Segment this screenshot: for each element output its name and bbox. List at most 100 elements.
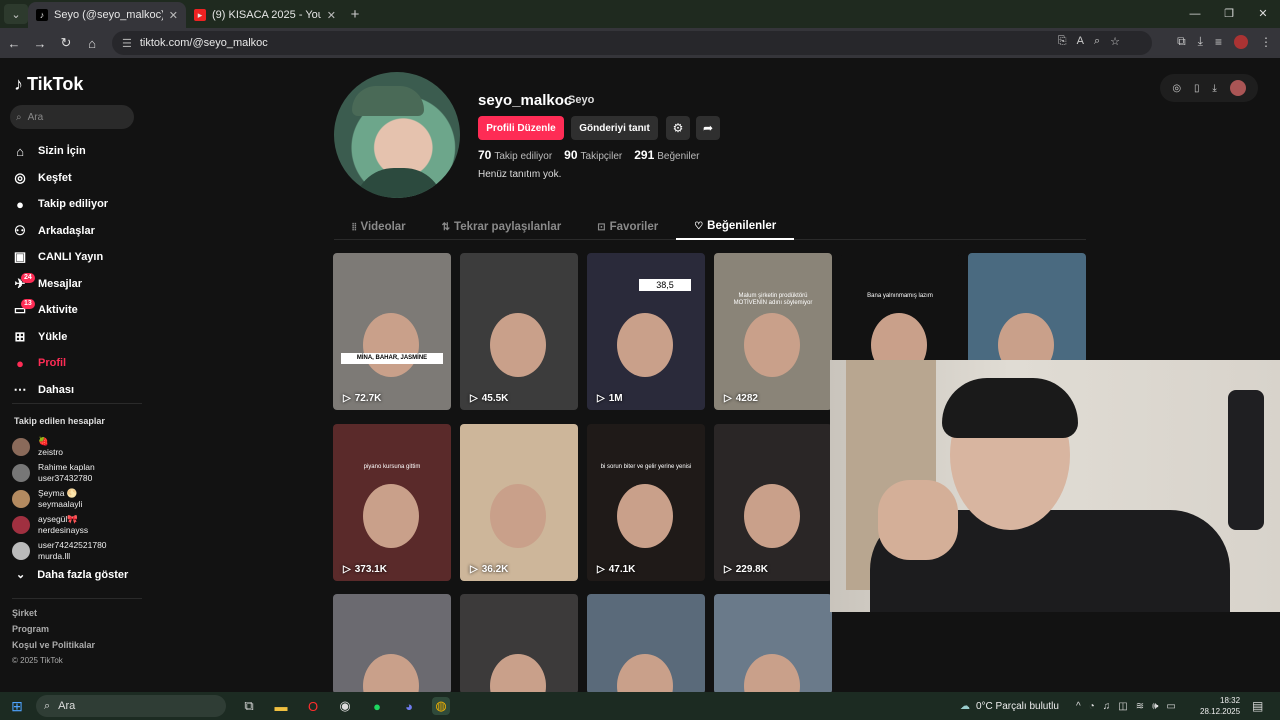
sidebar-item-8[interactable]: ● Profil bbox=[12, 350, 108, 377]
install-icon[interactable]: ⎘ bbox=[1058, 35, 1067, 48]
browser-profile-avatar[interactable] bbox=[1234, 34, 1248, 49]
tab-3[interactable]: ♡ Beğenilenler bbox=[676, 214, 795, 240]
url-field[interactable]: ☰ tiktok.com/@seyo_malkoc bbox=[112, 31, 1152, 55]
opera-icon[interactable]: O bbox=[304, 697, 322, 715]
sidebar-item-4[interactable]: ▣ CANLI Yayın bbox=[12, 244, 108, 271]
tab-search-icon[interactable]: ⌄ bbox=[4, 4, 28, 24]
site-info-icon[interactable]: ☰ bbox=[122, 37, 132, 50]
footer-link-company[interactable]: Şirket bbox=[12, 608, 95, 624]
account-display-name: aysegül🎀 bbox=[38, 514, 78, 524]
zoom-icon[interactable]: ⌕ bbox=[1094, 35, 1100, 48]
tab-1[interactable]: ⇅ Tekrar paylaşılanlar bbox=[424, 214, 580, 240]
weather-widget[interactable]: ☁ 0°C Parçalı bulutlu bbox=[960, 692, 1059, 720]
sidebar-item-9[interactable]: ⋯ Dahası bbox=[12, 377, 108, 404]
video-card[interactable] bbox=[333, 594, 451, 692]
browser-tab-tiktok[interactable]: ♪ Seyo (@seyo_malkoc) | TikTok ✕ bbox=[28, 2, 186, 28]
sidebar-item-7[interactable]: ⊞ Yükle bbox=[12, 324, 108, 351]
footer-link-terms[interactable]: Koşul ve Politikalar bbox=[12, 640, 95, 656]
video-card[interactable]: ▷ 45.5K bbox=[460, 253, 578, 410]
device-icon[interactable]: ▯ bbox=[1194, 83, 1200, 94]
following-account[interactable]: Şeyma 🌕 seymaalayli bbox=[12, 486, 107, 512]
forward-icon[interactable]: → bbox=[28, 36, 52, 51]
video-card[interactable] bbox=[460, 594, 578, 692]
sidebar-item-1[interactable]: ◎ Keşfet bbox=[12, 165, 108, 192]
task-view-icon[interactable]: ⧉ bbox=[240, 697, 258, 715]
tiktok-logo[interactable]: ♪ TikTok bbox=[14, 74, 83, 95]
sidebar-item-label: Yükle bbox=[38, 330, 68, 343]
windows-taskbar: ⊞ ⌕ Ara ⧉ ▬ O ◉ ● ◕ ◍ ☁ 0°C Parçalı bulu… bbox=[0, 692, 1280, 720]
wifi-icon[interactable]: ≋ bbox=[1136, 701, 1144, 712]
tab-2[interactable]: ⊡ Favoriler bbox=[579, 214, 676, 240]
recorder-icon[interactable]: ◉ bbox=[336, 697, 354, 715]
share-icon[interactable]: ➦ bbox=[696, 116, 720, 140]
following-account[interactable]: Rahime kaplan user37432780 bbox=[12, 460, 107, 486]
translate-icon[interactable]: A bbox=[1077, 35, 1084, 48]
home-browser-icon[interactable]: ⌂ bbox=[80, 36, 104, 51]
reload-icon[interactable]: ↻ bbox=[54, 35, 78, 51]
tray-app-icon[interactable]: ◫ bbox=[1118, 701, 1127, 712]
notification-icon[interactable]: ▤ bbox=[1252, 699, 1263, 713]
playlist-icon[interactable]: ≡ bbox=[1215, 35, 1222, 49]
close-tab-icon[interactable]: ✕ bbox=[169, 9, 178, 22]
restore-icon[interactable]: ❐ bbox=[1212, 0, 1246, 28]
tray-expand-icon[interactable]: ^ bbox=[1076, 701, 1081, 712]
show-more-button[interactable]: ⌄ Daha fazla göster bbox=[16, 568, 128, 582]
new-tab-button[interactable]: + bbox=[344, 6, 366, 23]
sidebar-item-0[interactable]: ⌂ Sizin İçin bbox=[12, 138, 108, 165]
following-account[interactable]: user74242521780 murda.lll bbox=[12, 538, 107, 564]
extensions-icon[interactable]: ⧉ bbox=[1177, 34, 1186, 49]
video-card[interactable] bbox=[587, 594, 705, 692]
play-count-icon: ▷ bbox=[597, 393, 605, 404]
spotify-icon[interactable]: ● bbox=[368, 697, 386, 715]
video-card[interactable] bbox=[714, 594, 832, 692]
discord-icon[interactable]: ◕ bbox=[400, 697, 418, 715]
video-card[interactable]: Malum şirketin prodüktörü MOTİVENİN adın… bbox=[714, 253, 832, 410]
footer-link-program[interactable]: Program bbox=[12, 624, 95, 640]
settings-gear-icon[interactable]: ⚙ bbox=[666, 116, 690, 140]
sidebar-item-3[interactable]: ⚇ Arkadaşlar bbox=[12, 218, 108, 245]
clock[interactable]: 18:32 28.12.2025 bbox=[1200, 695, 1240, 717]
windows-start-icon[interactable]: ⊞ bbox=[0, 698, 34, 715]
close-window-icon[interactable]: ✕ bbox=[1246, 0, 1280, 28]
account-display-name: Şeyma 🌕 bbox=[38, 488, 78, 498]
edit-profile-button[interactable]: Profili Düzenle bbox=[478, 116, 564, 140]
video-card[interactable]: bi sorun biter ve gelir yerine yenisi ▷ 47… bbox=[587, 424, 705, 581]
network-status-icon[interactable]: ◔ bbox=[1089, 701, 1095, 712]
microphone-icon[interactable]: ♫ bbox=[1103, 701, 1111, 712]
download-app-icon[interactable]: ⤓ bbox=[1212, 83, 1216, 94]
video-card[interactable]: ▷ 229.8K bbox=[714, 424, 832, 581]
sidebar-item-5[interactable]: ✈ 24 Mesajlar bbox=[12, 271, 108, 298]
tab-0[interactable]: ⦙⦙ Videolar bbox=[334, 214, 424, 240]
user-avatar[interactable] bbox=[1229, 80, 1246, 96]
profile-avatar[interactable] bbox=[334, 72, 460, 198]
back-icon[interactable]: ← bbox=[2, 36, 26, 51]
browser-tab-youtube[interactable]: ▸ (9) KISACA 2025 - YouTube ✕ bbox=[186, 2, 344, 28]
coins-icon[interactable]: ◎ bbox=[1172, 83, 1181, 94]
following-stat[interactable]: 70 Takip ediliyor bbox=[478, 148, 552, 162]
sidebar-item-2[interactable]: ● Takip ediliyor bbox=[12, 191, 108, 218]
speaker-icon[interactable]: 🕪 bbox=[1152, 701, 1158, 712]
close-tab-icon[interactable]: ✕ bbox=[327, 9, 336, 22]
following-account[interactable]: 🍓 zeistro bbox=[12, 434, 107, 460]
minimize-icon[interactable]: — bbox=[1178, 0, 1212, 28]
sidebar-item-6[interactable]: ▭ 13 Aktivite bbox=[12, 297, 108, 324]
video-thumbnail-face bbox=[617, 484, 673, 548]
promote-post-button[interactable]: Gönderiyi tanıt bbox=[571, 116, 658, 140]
video-card[interactable]: piyano kursuna gittim ▷ 373.1K bbox=[333, 424, 451, 581]
sidebar-item-label: Sizin İçin bbox=[38, 145, 86, 158]
file-explorer-icon[interactable]: ▬ bbox=[272, 697, 290, 715]
following-account[interactable]: aysegül🎀 nerdesinayss bbox=[12, 512, 107, 538]
search-input[interactable]: ⌕ Ara bbox=[10, 105, 134, 129]
video-card[interactable]: ▷ 36.2K bbox=[460, 424, 578, 581]
taskbar-search[interactable]: ⌕ Ara bbox=[36, 695, 226, 717]
battery-icon[interactable]: ▭ bbox=[1166, 701, 1175, 712]
search-icon: ⌕ bbox=[16, 111, 22, 123]
video-card[interactable]: MİNA, BAHAR, JASMİNE ▷ 72.7K bbox=[333, 253, 451, 410]
download-icon[interactable]: ⤓ bbox=[1198, 34, 1203, 49]
bookmark-star-icon[interactable]: ☆ bbox=[1110, 35, 1120, 48]
sidebar-item-label: Dahası bbox=[38, 383, 75, 396]
followers-stat[interactable]: 90 Takipçiler bbox=[564, 148, 622, 162]
browser-menu-icon[interactable]: ⋮ bbox=[1260, 35, 1272, 49]
chrome-icon[interactable]: ◍ bbox=[432, 697, 450, 715]
video-card[interactable]: 38,5 ▷ 1M bbox=[587, 253, 705, 410]
